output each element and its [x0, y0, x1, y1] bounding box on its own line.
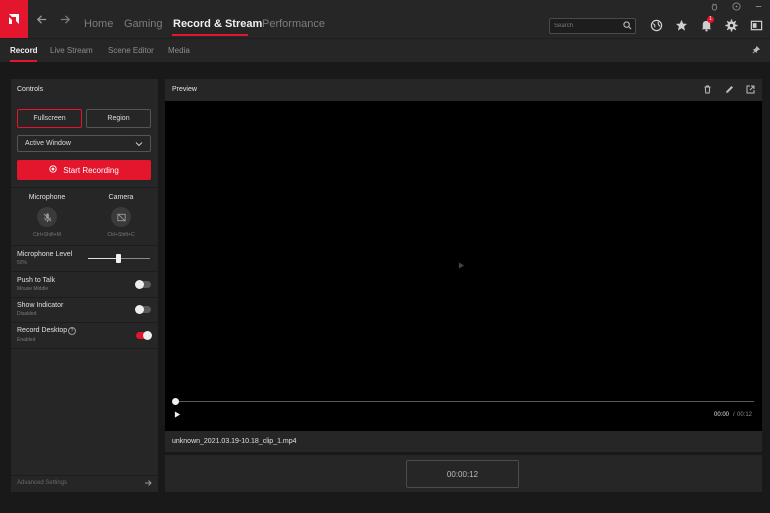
divider [11, 322, 158, 323]
trash-icon[interactable] [703, 85, 713, 95]
subtab-scene-editor[interactable]: Scene Editor [108, 46, 154, 55]
push-to-talk-toggle[interactable] [135, 280, 151, 289]
toggle-knob [143, 331, 152, 340]
clip-filename: unknown_2021.03.19-10.18_clip_1.mp4 [172, 438, 297, 445]
record-icon [49, 165, 57, 175]
show-indicator-toggle[interactable] [135, 305, 151, 314]
tab-record-stream[interactable]: Record & Stream [173, 18, 262, 30]
record-desktop-status: Enabled [17, 337, 36, 343]
subtab-live-stream[interactable]: Live Stream [50, 46, 93, 55]
time-separator: / [733, 412, 735, 418]
top-bar: Home Gaming Record & Stream Performance … [0, 0, 770, 38]
microphone-title: Microphone [28, 194, 66, 201]
region-mode-button[interactable]: Region [86, 109, 151, 128]
toggle-knob [135, 280, 144, 289]
sub-tab-bar: Record Live Stream Scene Editor Media [0, 38, 770, 62]
start-recording-label: Start Recording [63, 165, 119, 175]
subtab-media[interactable]: Media [168, 46, 190, 55]
current-time: 00:00 [714, 412, 730, 418]
fullscreen-mode-button[interactable]: Fullscreen [17, 109, 82, 128]
clip-duration[interactable]: 00:00:12 [406, 460, 519, 488]
active-tab-indicator [172, 34, 248, 36]
advanced-settings-link[interactable]: Advanced Settings [11, 475, 158, 492]
preview-title: Preview [172, 86, 197, 93]
share-icon[interactable] [746, 85, 756, 95]
camera-off-icon[interactable] [111, 207, 131, 227]
globe-icon[interactable] [650, 19, 664, 33]
subtab-record[interactable]: Record [10, 46, 38, 55]
record-desktop-title: Record Desktop [17, 327, 68, 334]
playback-scrubber[interactable] [175, 401, 754, 402]
scrubber-thumb[interactable] [172, 398, 179, 405]
search-box[interactable] [549, 18, 636, 34]
start-recording-button[interactable]: Start Recording [17, 160, 151, 180]
active-subtab-indicator [10, 60, 37, 62]
star-icon[interactable] [675, 19, 689, 33]
microphone-control: Microphone Ctrl+Shift+M [14, 192, 80, 242]
divider [11, 297, 158, 298]
search-icon[interactable] [623, 21, 632, 32]
panel-icon[interactable] [750, 19, 764, 33]
mic-level-slider-fill [88, 258, 118, 259]
amd-logo-icon[interactable] [0, 0, 28, 38]
gear-icon[interactable] [725, 19, 739, 33]
microphone-off-icon[interactable] [37, 207, 57, 227]
show-indicator-title: Show Indicator [17, 302, 64, 309]
advanced-settings-label: Advanced Settings [17, 480, 68, 486]
back-icon[interactable] [34, 13, 48, 27]
question-icon[interactable]: ? [68, 327, 76, 335]
toggle-knob [135, 305, 144, 314]
help-icon[interactable] [732, 2, 742, 12]
minimize-icon[interactable] [754, 2, 764, 12]
mic-level-slider-thumb[interactable] [116, 254, 121, 263]
play-overlay-icon[interactable] [458, 262, 466, 270]
edit-icon[interactable] [725, 85, 735, 95]
play-icon[interactable] [174, 411, 182, 419]
push-to-talk-key: Mouse Middle [17, 286, 49, 292]
divider [11, 187, 158, 188]
show-indicator-status: Disabled [17, 311, 37, 317]
capture-source-select[interactable]: Active Window [17, 135, 151, 152]
total-time: 00:12 [737, 412, 753, 418]
arrow-right-icon [144, 479, 152, 487]
clip-duration-value: 00:00:12 [446, 469, 479, 479]
capture-source-value: Active Window [25, 140, 71, 147]
search-input[interactable] [554, 20, 622, 32]
forward-icon[interactable] [58, 13, 72, 27]
divider [11, 245, 158, 246]
camera-title: Camera [108, 194, 134, 201]
divider [11, 348, 158, 349]
mic-level-value: 50% [17, 260, 28, 266]
pin-icon[interactable] [752, 45, 762, 55]
divider [11, 271, 158, 272]
fullscreen-label: Fullscreen [33, 115, 66, 122]
camera-shortcut: Ctrl+Shift+C [107, 232, 135, 238]
camera-control: Camera Ctrl+Shift+C [88, 192, 154, 242]
tab-home[interactable]: Home [84, 18, 113, 30]
record-desktop-toggle[interactable] [136, 331, 152, 340]
bug-icon[interactable] [710, 2, 720, 12]
region-label: Region [107, 115, 130, 122]
tab-gaming[interactable]: Gaming [124, 18, 163, 30]
microphone-shortcut: Ctrl+Shift+M [33, 232, 61, 238]
mic-level-title: Microphone Level [17, 251, 73, 258]
controls-title: Controls [17, 86, 44, 93]
chevron-down-icon [135, 140, 143, 148]
tab-performance[interactable]: Performance [262, 18, 325, 30]
notification-badge: 1 [707, 16, 714, 23]
push-to-talk-title: Push to Talk [17, 277, 56, 284]
